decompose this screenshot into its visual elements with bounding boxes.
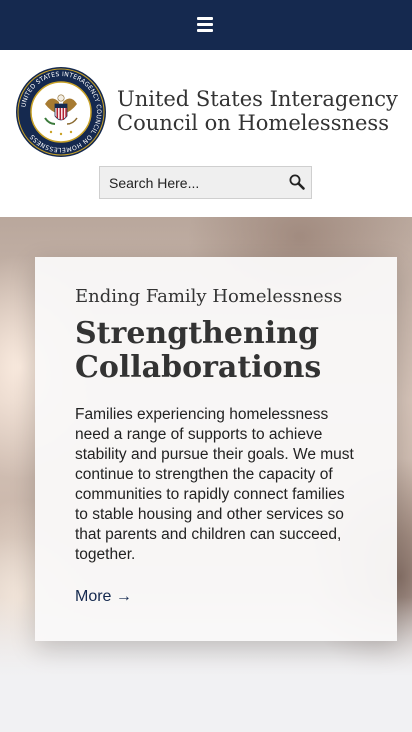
hamburger-menu-icon[interactable] [196,14,216,34]
hero-body-text: Families experiencing homelessness need … [75,406,354,563]
org-name-line2: Council on Homelessness [117,111,389,135]
search-box [99,166,312,199]
search-icon[interactable] [288,173,306,191]
search-input[interactable] [100,167,280,198]
org-name-line1: United States Interagency [117,87,398,111]
hero-card: Ending Family Homelessness Strengthening… [35,257,397,641]
top-nav-bar [0,0,412,50]
seal-logo-icon[interactable]: UNITED STATES INTERAGENCY COUNCIL ON HOM… [15,66,107,158]
hero-eyebrow: Ending Family Homelessness [75,286,343,307]
site-header: UNITED STATES INTERAGENCY COUNCIL ON HOM… [0,50,412,217]
organization-name[interactable]: United States Interagency Council on Hom… [117,87,407,135]
more-link[interactable]: More → [75,588,132,606]
hero-headline: Strengthening Collaborations [75,316,322,385]
